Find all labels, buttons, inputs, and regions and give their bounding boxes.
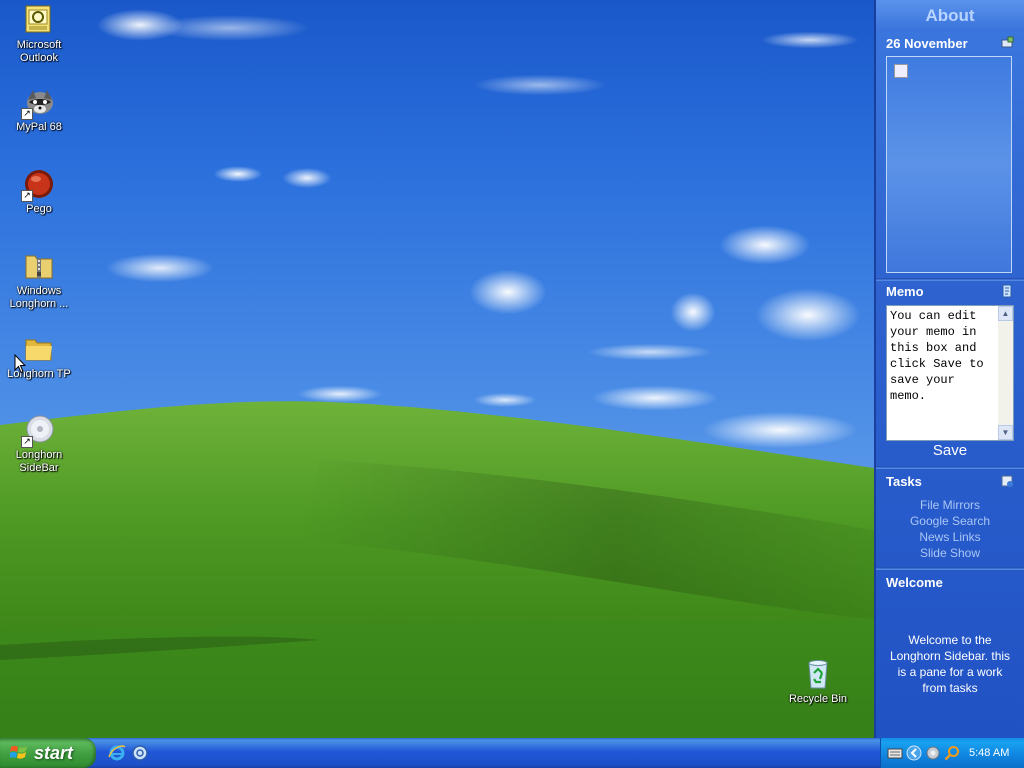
desktop-icon-longhorn-sidebar[interactable]: ↗ Longhorn SideBar — [0, 414, 78, 475]
windows-flag-icon — [10, 745, 27, 759]
longhorn-sidebar: About 26 November Memo You can edit your… — [874, 0, 1024, 738]
outlook-icon — [23, 4, 55, 36]
desktop-icon-label: MyPal 68 — [16, 121, 62, 133]
search-icon[interactable] — [944, 745, 960, 761]
scroll-up-icon[interactable]: ▲ — [998, 306, 1013, 321]
clock[interactable]: 5:48 AM — [969, 738, 1009, 768]
tasks-icon[interactable] — [1000, 474, 1014, 488]
task-link-news-links[interactable]: News Links — [876, 530, 1024, 544]
network-icon[interactable] — [925, 745, 941, 761]
desktop-icon-recycle-bin[interactable]: Recycle Bin — [779, 658, 857, 706]
folder-icon — [23, 333, 55, 365]
taskbar: start 5:48 AM — [0, 738, 1024, 768]
notepad-icon[interactable] — [1000, 284, 1014, 298]
task-link-google-search[interactable]: Google Search — [876, 514, 1024, 528]
desktop-icon-label: Windows Longhorn ... — [9, 285, 69, 310]
chevron-left-icon[interactable] — [906, 745, 922, 761]
keyboard-icon[interactable] — [887, 745, 903, 761]
raccoon-icon: ↗ — [21, 86, 55, 120]
computer-icon[interactable] — [1000, 36, 1014, 50]
broken-image-icon — [894, 64, 908, 78]
desktop[interactable]: Microsoft Outlook ↗ MyPal 68 ↗ Pego Wind… — [0, 0, 874, 738]
date-header: 26 November — [886, 36, 968, 51]
desktop-icon-label: Recycle Bin — [788, 693, 848, 705]
desktop-icon-label: Pego — [26, 203, 52, 215]
memo-save-button[interactable]: Save — [876, 442, 1024, 459]
slideshow-image[interactable] — [886, 56, 1012, 273]
desktop-icon-mypal-68[interactable]: ↗ MyPal 68 — [0, 86, 78, 134]
tasks-header: Tasks — [886, 474, 922, 489]
internet-explorer-icon[interactable] — [108, 744, 126, 762]
desktop-icon-longhorn-tp[interactable]: Longhorn TP — [0, 333, 78, 381]
start-button[interactable]: start — [0, 738, 96, 768]
mouse-cursor-icon — [14, 354, 26, 374]
sidebar-disc-icon: ↗ — [21, 414, 55, 448]
red-orb-icon: ↗ — [21, 168, 55, 202]
desktop-icon-windows-longhorn[interactable]: Windows Longhorn ... — [0, 250, 78, 311]
browser-icon[interactable] — [131, 744, 149, 762]
scroll-down-icon[interactable]: ▼ — [998, 425, 1013, 440]
bliss-hill — [0, 401, 874, 738]
welcome-text: Welcome to the Longhorn Sidebar. this is… — [889, 633, 1011, 695]
desktop-icon-microsoft-outlook[interactable]: Microsoft Outlook — [0, 4, 78, 65]
start-label: start — [34, 743, 74, 763]
desktop-icon-pego[interactable]: ↗ Pego — [0, 168, 78, 216]
desktop-icon-label: Longhorn TP — [7, 368, 71, 380]
memo-textarea[interactable]: You can edit your memo in this box and c… — [886, 305, 1014, 441]
memo-scrollbar[interactable]: ▲ ▼ — [998, 306, 1013, 440]
memo-header: Memo — [886, 284, 924, 299]
welcome-header: Welcome — [886, 575, 943, 590]
pane-divider — [876, 278, 1024, 281]
system-tray: 5:48 AM — [880, 738, 1024, 768]
desktop-icon-label: Longhorn SideBar — [15, 449, 63, 474]
task-link-slide-show[interactable]: Slide Show — [876, 546, 1024, 560]
pane-divider — [876, 567, 1024, 570]
sidebar-title[interactable]: About — [876, 0, 1024, 32]
recycle-bin-icon — [802, 658, 834, 690]
desktop-icon-label: Microsoft Outlook — [16, 39, 62, 64]
task-link-file-mirrors[interactable]: File Mirrors — [876, 498, 1024, 512]
pane-divider — [876, 466, 1024, 469]
zip-folder-icon — [23, 250, 55, 282]
